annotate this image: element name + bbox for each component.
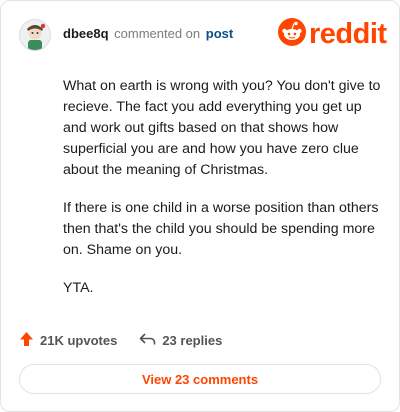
comment-actions: 21K upvotes 23 replies xyxy=(19,330,222,350)
comment-body: What on earth is wrong with you? You don… xyxy=(63,76,383,316)
comment-card: dbee8q commented on post reddit What on … xyxy=(0,0,400,412)
comment-paragraph: What on earth is wrong with you? You don… xyxy=(63,78,381,178)
reply-arrow-icon xyxy=(139,332,162,349)
upvote-count: 21K upvotes xyxy=(40,332,118,348)
reddit-wordmark: reddit xyxy=(309,17,387,50)
comment-paragraph: If there is one child in a worse positio… xyxy=(63,200,379,258)
action-text: commented on xyxy=(114,26,201,41)
reply-count: 23 replies xyxy=(162,332,223,348)
username[interactable]: dbee8q xyxy=(63,26,109,41)
reddit-logo: reddit xyxy=(278,17,387,51)
view-comments-button[interactable]: View 23 comments xyxy=(19,364,381,394)
post-link[interactable]: post xyxy=(206,26,233,41)
user-avatar[interactable] xyxy=(19,19,51,51)
upvote-arrow-icon xyxy=(19,331,40,350)
upvote-button[interactable]: 21K upvotes xyxy=(19,331,117,350)
reply-button[interactable]: 23 replies xyxy=(139,332,222,349)
comment-header: dbee8q commented on post xyxy=(63,26,233,42)
reddit-snoo-icon xyxy=(278,17,306,51)
comment-paragraph: YTA. xyxy=(63,280,94,296)
